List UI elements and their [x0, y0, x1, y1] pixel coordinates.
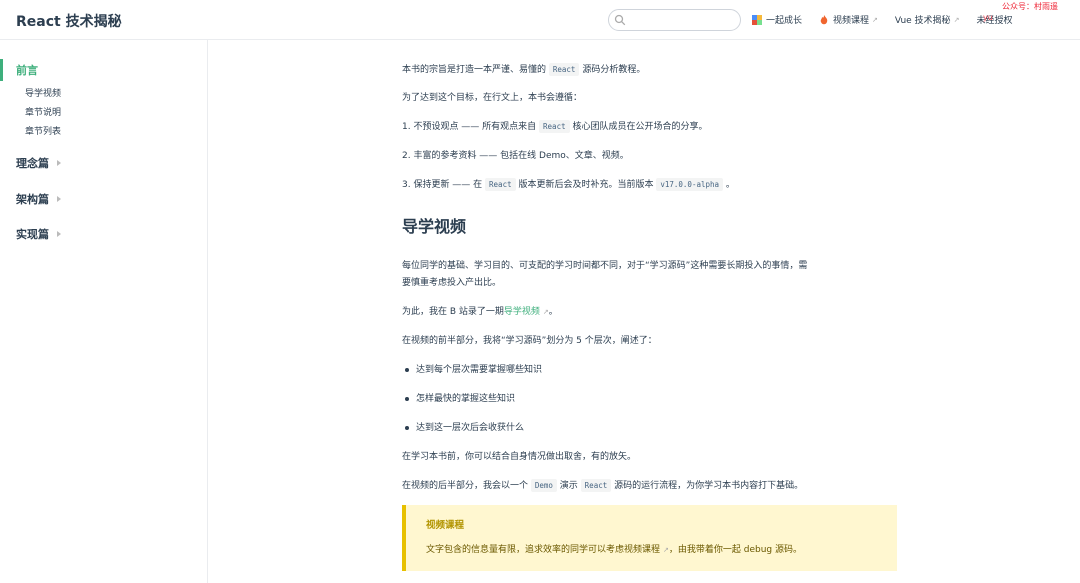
nav-link-video[interactable]: 视频课程 ↗: [819, 13, 878, 26]
text: 达到这一层次后会收获什么: [416, 423, 525, 433]
inline-code: React: [548, 63, 580, 76]
section-heading: 导学视频: [402, 217, 467, 236]
sidebar-item-preface[interactable]: 前言: [0, 59, 208, 81]
tip-text: 文字包含的信息量有限，追求效率的同学可以考虑视频课程 ↗，由我带着你一起 debu…: [426, 543, 802, 557]
text: 版本更新后会及时补充。当前版本: [515, 180, 657, 190]
nav-link-vue[interactable]: Vue 技术揭秘 ↗: [894, 13, 960, 27]
text: 。: [548, 307, 558, 317]
nav-link-label: 视频课程: [833, 16, 870, 26]
nav-link-label: 一起成长: [766, 16, 803, 26]
sidebar-group-implementation[interactable]: 实现篇: [16, 226, 61, 242]
nav-link-label: 未经授权: [976, 16, 1013, 26]
list-item: 1. 不预设观点 —— 所有观点来自 React 核心团队成员在公开场合的分享。: [402, 120, 707, 134]
sidebar-group-label: 架构篇: [16, 193, 49, 206]
text: 在视频的后半部分，我会以一个: [402, 481, 531, 491]
inline-code: Demo: [530, 479, 557, 492]
tip-box: 视频课程 文字包含的信息量有限，追求效率的同学可以考虑视频课程 ↗，由我带着你一起…: [402, 505, 897, 571]
intro-video-link[interactable]: 导学视频: [504, 307, 540, 317]
external-link-icon: ↗: [872, 15, 878, 24]
paragraph: 为了达到这个目标，在行文上，本书会遵循：: [402, 93, 583, 103]
sidebar-group-concept[interactable]: 理念篇: [16, 155, 61, 171]
text: 源码的运行流程，为你学习本书内容打下基础。: [611, 481, 804, 491]
watermark: 公众号：村雨遥: [1002, 2, 1058, 11]
inline-code: React: [580, 479, 612, 492]
paragraph: 在视频的前半部分，我将“学习源码”划分为 5 个层次，阐述了：: [402, 336, 657, 346]
site-title[interactable]: React 技术揭秘: [16, 11, 122, 31]
text: 3. 保持更新 —— 在: [402, 180, 486, 190]
nav-link-grow[interactable]: 一起成长: [752, 13, 802, 26]
text: 怎样最快的掌握这些知识: [416, 394, 516, 404]
inline-code: React: [539, 120, 570, 133]
paragraph: 为此，我在 B 站录了一期导学视频 ↗。: [402, 305, 558, 319]
navbar: React 技术揭秘 一起成长 视频课程 ↗ Vue 技术揭秘 ↗ 未经授权 公…: [0, 0, 1080, 40]
text: 1. 不预设观点 —— 所有观点来自: [402, 122, 540, 132]
text: 达到每个层次需要掌握哪些知识: [416, 365, 543, 375]
grow-icon: [752, 14, 762, 25]
list-item: 3. 保持更新 —— 在 React 版本更新后会及时补充。当前版本 v17.0…: [402, 178, 735, 192]
nav-link-label: Vue 技术揭秘: [894, 16, 951, 26]
bullet-icon: [405, 426, 409, 430]
sidebar-group-label: 理念篇: [16, 157, 49, 170]
search-input[interactable]: [608, 9, 741, 31]
text: 演示: [556, 481, 581, 491]
text: 源码分析教程。: [579, 65, 646, 75]
sidebar-group-label: 实现篇: [16, 228, 49, 241]
inline-code: React: [485, 178, 516, 191]
list-item: 2. 丰富的参考资料 —— 包括在线 Demo、文章、视频。: [402, 151, 629, 161]
text: 为此，我在 B 站录了一期: [402, 307, 504, 317]
text: 文字包含的信息量有限，追求效率的同学可以考虑: [426, 545, 625, 555]
sidebar: 前言 导学视频 章节说明 章节列表 理念篇 架构篇 实现篇: [0, 40, 208, 583]
text: 。: [723, 180, 735, 190]
nav-link-unauthorized[interactable]: 未经授权: [976, 13, 1012, 26]
watermark: yu: [983, 13, 993, 22]
list-item: 达到这一层次后会收获什么: [402, 421, 524, 435]
chevron-right-icon: [57, 231, 61, 237]
bullet-icon: [405, 368, 409, 372]
bullet-icon: [405, 397, 409, 401]
inline-code: v17.0.0-alpha: [656, 178, 724, 191]
chevron-right-icon: [57, 160, 61, 166]
sidebar-subitem-chapter-list[interactable]: 章节列表: [25, 124, 61, 137]
paragraph: 每位同学的基础、学习目的、可支配的学习时间都不同，对于“学习源码”这种需要长期投…: [402, 261, 808, 271]
list-item: 达到每个层次需要掌握哪些知识: [402, 363, 542, 377]
tip-title: 视频课程: [426, 520, 465, 531]
list-item: 怎样最快的掌握这些知识: [402, 392, 515, 406]
search-icon: [614, 14, 626, 26]
sidebar-subitem-intro-video[interactable]: 导学视频: [25, 86, 61, 99]
paragraph: 本书的宗旨是打造一本严谨、易懂的 React 源码分析教程。: [402, 63, 645, 77]
paragraph: 在学习本书前，你可以结合自身情况做出取舍，有的放矢。: [402, 452, 637, 462]
paragraph: 要慎重考虑投入产出比。: [402, 278, 502, 288]
sidebar-group-architecture[interactable]: 架构篇: [16, 191, 61, 207]
external-link-icon: ↗: [953, 15, 960, 24]
fire-icon: [820, 14, 828, 24]
text: ，由我带着你一起 debug 源码。: [668, 545, 803, 555]
video-course-link[interactable]: 视频课程: [624, 545, 660, 555]
text: 本书的宗旨是打造一本严谨、易懂的: [402, 65, 549, 75]
chevron-right-icon: [57, 196, 61, 202]
sidebar-item-label: 前言: [16, 64, 38, 77]
sidebar-subitem-chapter-desc[interactable]: 章节说明: [25, 105, 61, 118]
paragraph: 在视频的后半部分，我会以一个 Demo 演示 React 源码的运行流程，为你学…: [402, 479, 803, 493]
text: 核心团队成员在公开场合的分享。: [569, 122, 708, 132]
